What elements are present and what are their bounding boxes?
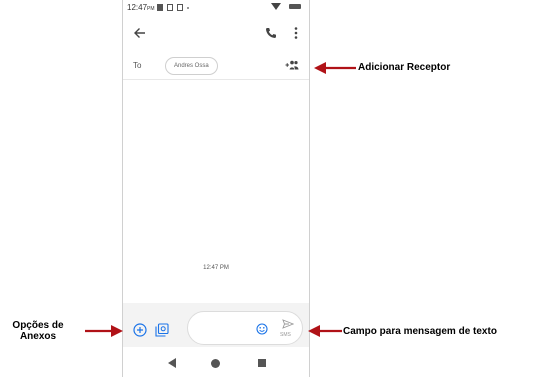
wifi-icon — [271, 3, 281, 10]
battery-icon — [289, 4, 301, 9]
back-arrow-icon[interactable] — [133, 26, 147, 40]
notification-icons — [157, 4, 189, 11]
status-bar: 12:47PM — [123, 0, 309, 16]
annotation-add-receiver: Adicionar Receptor — [358, 62, 451, 73]
toolbar — [123, 22, 309, 46]
annotation-attachment-line1: Opções de — [12, 320, 64, 331]
more-vert-icon[interactable] — [293, 26, 299, 40]
add-circle-icon[interactable] — [133, 323, 147, 337]
add-person-icon[interactable] — [285, 60, 299, 70]
phone-screen: 12:47PM To Andres Ossa 12:47 PM SMS — [122, 0, 310, 377]
message-text-field[interactable]: SMS — [187, 311, 303, 345]
annotation-attachment-options: Opções de Anexos — [2, 320, 74, 342]
image-notification-icon — [157, 4, 163, 11]
arrow-text-field — [308, 325, 342, 337]
phone-icon[interactable] — [265, 27, 277, 39]
annotation-text-field: Campo para mensagem de texto — [343, 326, 497, 337]
sim-icon-2 — [177, 4, 183, 11]
arrow-attachment-options — [85, 325, 123, 337]
compose-bar: SMS — [123, 303, 309, 347]
status-time: 12:47PM — [127, 3, 155, 12]
more-notifications-icon — [187, 6, 189, 9]
navigation-bar — [123, 352, 309, 376]
recipient-chip[interactable]: Andres Ossa — [165, 57, 218, 75]
emoji-icon[interactable] — [256, 323, 268, 335]
sim-icon — [167, 4, 173, 11]
to-label: To — [133, 61, 142, 70]
compose-notch — [216, 287, 238, 303]
annotation-attachment-line2: Anexos — [19, 331, 57, 342]
sms-label: SMS — [280, 332, 291, 338]
recipient-row: To Andres Ossa — [123, 55, 309, 80]
arrow-add-receiver — [314, 62, 356, 74]
nav-recents-icon[interactable] — [258, 359, 266, 367]
send-icon[interactable] — [282, 319, 294, 329]
nav-back-icon[interactable] — [168, 358, 176, 368]
nav-home-icon[interactable] — [211, 359, 220, 368]
gallery-icon[interactable] — [155, 323, 169, 337]
system-icons — [271, 3, 301, 10]
conversation-timestamp: 12:47 PM — [203, 265, 229, 271]
